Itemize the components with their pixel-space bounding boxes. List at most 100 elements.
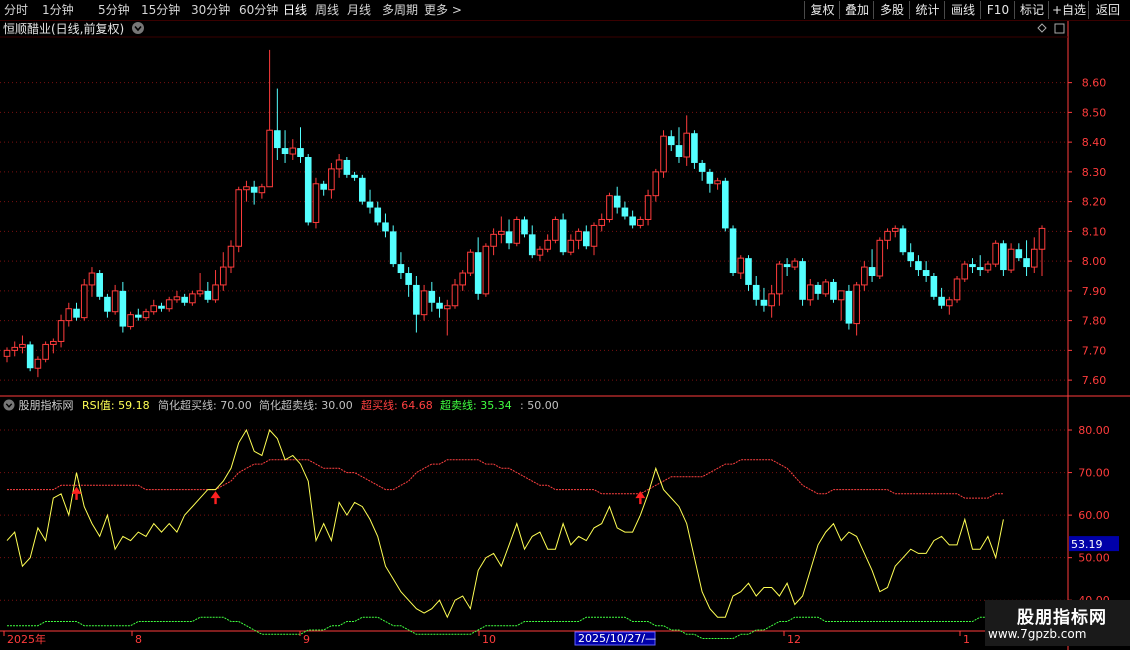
candle-body <box>42 343 49 360</box>
candle <box>57 314 65 348</box>
candle <box>343 157 351 178</box>
candle-body <box>729 228 737 274</box>
time-tick-label: 9 <box>303 633 310 646</box>
candle <box>443 299 451 336</box>
price-tick-label: 8.60 <box>1082 77 1107 90</box>
candle <box>637 216 644 229</box>
candle <box>26 341 34 372</box>
candle-body <box>938 296 945 306</box>
candle-body <box>606 195 613 220</box>
candle <box>1038 225 1046 276</box>
candle-body <box>675 145 683 157</box>
candle <box>374 201 382 226</box>
candle-body <box>397 264 405 274</box>
candle <box>389 225 397 268</box>
up-arrow-shaft <box>75 493 78 500</box>
candle <box>830 278 837 303</box>
candle <box>961 261 969 282</box>
candle <box>189 290 196 306</box>
candle-body <box>737 257 745 274</box>
candle-body <box>544 239 551 250</box>
cursor-date-label: 2025/10/27/— <box>578 632 656 645</box>
candle-body <box>776 263 783 295</box>
candle-body <box>34 358 42 369</box>
candle <box>907 243 914 268</box>
candle-body <box>567 239 575 253</box>
candle-body <box>413 284 420 315</box>
candle-body <box>474 252 482 294</box>
candle <box>544 234 551 253</box>
candle-body <box>521 219 528 235</box>
candle <box>861 261 868 291</box>
candle-body <box>343 159 351 175</box>
candle <box>212 270 219 303</box>
price-tick-label: 8.00 <box>1082 255 1107 268</box>
candle <box>304 154 312 226</box>
candle-body <box>173 296 181 301</box>
oversold-line <box>7 616 1004 639</box>
candle <box>1023 240 1030 276</box>
candle-body <box>915 261 922 271</box>
candle-body <box>366 201 374 208</box>
candle-body <box>181 296 188 303</box>
candle-body <box>482 245 490 295</box>
candle-body <box>158 305 165 309</box>
candle-body <box>312 183 320 223</box>
price-tick-label: 7.70 <box>1082 344 1107 357</box>
price-tick-label: 8.50 <box>1082 106 1107 119</box>
candle <box>1030 237 1038 274</box>
candle <box>150 299 158 315</box>
candle-body <box>80 284 88 319</box>
candle-body <box>235 189 243 247</box>
candle <box>760 287 768 312</box>
candle <box>582 225 590 250</box>
candle-body <box>1030 248 1038 268</box>
candle <box>559 213 567 256</box>
candle-body <box>1038 227 1046 250</box>
candle <box>814 281 822 300</box>
candle-body <box>683 132 691 158</box>
candle <box>729 225 737 276</box>
candle <box>289 139 297 160</box>
candle <box>266 49 273 188</box>
rsi-tick-label: 80.00 <box>1078 424 1110 437</box>
candle <box>235 186 243 253</box>
candle-body <box>884 230 891 241</box>
candle-body <box>459 272 467 286</box>
candle <box>65 302 73 327</box>
candle <box>876 237 884 279</box>
candle <box>196 273 204 297</box>
candle-body <box>405 273 412 285</box>
candle-body <box>992 242 999 265</box>
candle-body <box>498 230 505 235</box>
price-tick-label: 8.10 <box>1082 225 1107 238</box>
candle <box>922 261 930 282</box>
candle <box>606 192 613 223</box>
candle-body <box>969 264 976 268</box>
candle-body <box>714 180 721 185</box>
candle <box>915 255 922 276</box>
candle-body <box>613 195 621 208</box>
candle-body <box>984 263 992 271</box>
time-tick-label: 10 <box>482 633 496 646</box>
candle <box>490 228 497 256</box>
candle-body <box>559 219 567 253</box>
candle <box>34 356 42 378</box>
candle-body <box>575 230 582 241</box>
candle-body <box>621 207 629 217</box>
candle-body <box>50 340 57 345</box>
candle <box>158 302 165 312</box>
chart-canvas: 8.60 8.50 8.40 8.30 8.20 8.10 8.00 7.90 7.80 7.70… <box>0 21 1130 650</box>
candle-body <box>436 302 443 309</box>
candle-body <box>644 195 652 220</box>
candle-body <box>111 290 119 313</box>
candle-body <box>876 239 884 277</box>
candle-body <box>19 343 26 348</box>
candle-body <box>698 162 706 172</box>
candle <box>1007 243 1015 274</box>
time-tick-label: 1 <box>963 633 970 646</box>
candle <box>96 270 103 300</box>
candle <box>366 189 374 214</box>
candle-body <box>552 218 559 241</box>
candle-body <box>274 130 281 149</box>
